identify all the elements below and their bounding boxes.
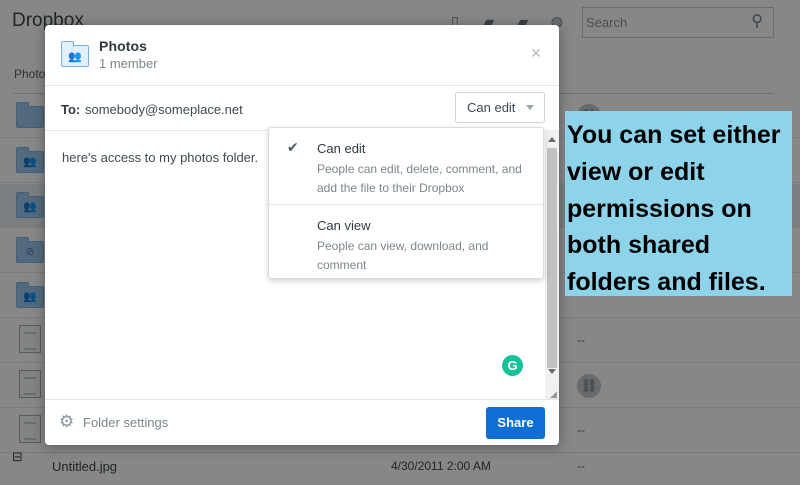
menu-item-title: Can view <box>317 218 371 233</box>
permission-dropdown-label: Can edit <box>467 100 516 115</box>
share-button[interactable]: Share <box>486 407 545 439</box>
recipient-field[interactable]: somebody@someplace.net <box>85 102 243 117</box>
to-label: To: <box>61 102 81 117</box>
scrollbar[interactable] <box>545 130 559 400</box>
close-icon[interactable]: × <box>526 43 546 63</box>
dialog-footer: ⚙ Folder settings Share <box>45 399 559 445</box>
menu-item-can-view[interactable]: Can view People can view, download, and … <box>269 205 543 279</box>
menu-item-description: People can edit, delete, comment, and ad… <box>317 162 522 195</box>
divider <box>45 85 559 86</box>
annotation-callout: You can set either view or edit permissi… <box>565 111 792 296</box>
chevron-down-icon <box>526 105 534 110</box>
menu-item-title: Can edit <box>317 141 366 156</box>
checkmark-icon: ✔ <box>287 139 299 155</box>
menu-item-can-edit[interactable]: ✔ Can edit People can edit, delete, comm… <box>269 128 543 204</box>
permission-dropdown[interactable]: Can edit <box>455 92 545 123</box>
scroll-down-icon[interactable] <box>548 369 556 374</box>
dialog-header: 👥 Photos 1 member × <box>45 25 559 85</box>
dialog-title: Photos <box>99 38 148 54</box>
scrollbar-thumb[interactable] <box>547 148 557 368</box>
member-count[interactable]: 1 member <box>99 56 158 71</box>
gear-icon[interactable]: ⚙ <box>59 412 74 432</box>
shared-folder-icon: 👥 <box>61 41 91 67</box>
scroll-up-icon[interactable] <box>548 137 556 142</box>
message-textarea[interactable]: here's access to my photos folder. <box>62 150 258 165</box>
grammarly-icon[interactable]: G <box>502 355 523 376</box>
folder-settings-link[interactable]: Folder settings <box>83 415 168 430</box>
annotation-text: You can set either view or edit permissi… <box>567 121 781 297</box>
permission-menu: ✔ Can edit People can edit, delete, comm… <box>268 127 544 279</box>
menu-item-description: People can view, download, and comment <box>317 239 489 272</box>
